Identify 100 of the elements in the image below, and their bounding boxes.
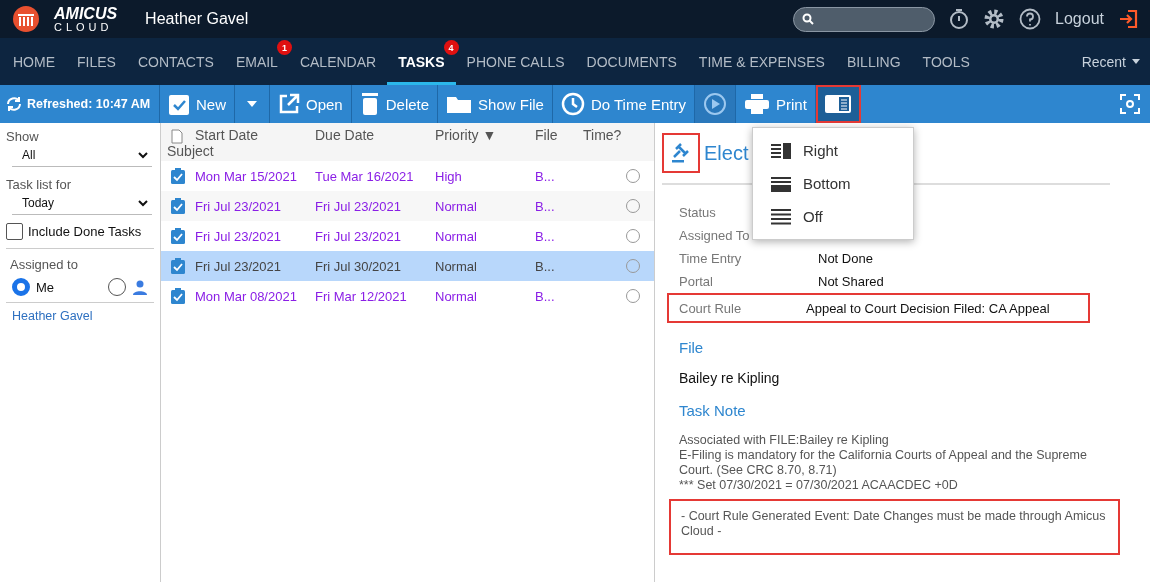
- nav-tab[interactable]: HOME: [2, 38, 66, 85]
- open-external-icon: [278, 93, 300, 115]
- table-cell-text: B...: [535, 168, 556, 184]
- gavel-icon: [672, 143, 690, 163]
- table-cell-text: B...: [535, 288, 556, 304]
- nav-tab[interactable]: EMAIL 1: [224, 38, 289, 85]
- refresh-button[interactable]: Refreshed: 10:47 AM: [0, 85, 160, 123]
- nav-tab[interactable]: CONTACTS: [126, 38, 225, 85]
- field-label: Time Entry: [679, 251, 742, 266]
- table-cell-text: Fri Jul 23/2021: [195, 198, 282, 214]
- chevron-down-icon: [138, 199, 148, 207]
- checkbox-label: Include Done Tasks: [28, 224, 142, 239]
- menu-item[interactable]: Right: [753, 134, 913, 167]
- field-label: Court Rule: [679, 300, 742, 316]
- right-panel-icon: [771, 142, 791, 159]
- clipboard-check-icon: [171, 198, 185, 214]
- recent-menu[interactable]: Recent: [1081, 53, 1126, 70]
- field-label: Assigned to: [10, 257, 79, 272]
- bottom-panel-icon: [771, 175, 791, 192]
- clipboard-check-icon: [168, 92, 190, 116]
- nav-tab[interactable]: DOCUMENTS: [575, 38, 688, 85]
- field-label: Assigned To: [679, 228, 750, 243]
- stopwatch-icon[interactable]: [949, 8, 970, 30]
- table-cell-text: High: [435, 168, 463, 184]
- column-header[interactable]: Priority ▼: [435, 127, 535, 143]
- assignee-link[interactable]: Heather Gavel: [6, 303, 154, 329]
- table-cell-text: Fri Mar 12/2021: [315, 288, 408, 304]
- field-value: Not Shared: [818, 274, 885, 289]
- clipboard-check-icon: [171, 168, 185, 184]
- column-header: Subject: [167, 144, 214, 159]
- note-text: *** Set 07/30/2021 = 07/30/2021 ACAACDEC +0D: [679, 478, 959, 493]
- count-badge: 4: [443, 40, 459, 55]
- field-label: Task list for: [6, 177, 72, 192]
- field-value: Not Done: [818, 251, 874, 266]
- field-label: Portal: [679, 274, 713, 289]
- clipboard-check-icon: [171, 228, 185, 244]
- panel-layout-icon: [823, 94, 852, 114]
- nav-tab[interactable]: BILLING: [835, 38, 912, 85]
- task-title: Elect: [704, 141, 749, 165]
- task-row[interactable]: Fri Jul 23/2021 Fri Jul 30/2021 Normal B...: [161, 251, 654, 281]
- table-cell-text: B...: [535, 258, 556, 274]
- table-cell-text: B...: [535, 228, 556, 244]
- menu-item[interactable]: Off: [753, 200, 913, 233]
- table-cell-text: Normal: [435, 228, 478, 244]
- note-text: Associated with FILE:Bailey re Kipling: [679, 433, 890, 448]
- table-cell-text: Normal: [435, 258, 478, 274]
- tasklist-select[interactable]: Today: [12, 192, 152, 215]
- column-header[interactable]: File: [535, 127, 583, 143]
- table-cell-text: B...: [535, 198, 556, 214]
- search-icon: [802, 13, 815, 25]
- column-header[interactable]: Time?: [583, 127, 654, 143]
- column-logo-icon: [12, 5, 40, 33]
- checkbox[interactable]: [6, 223, 23, 240]
- table-cell-text: Mon Mar 08/2021: [195, 288, 298, 304]
- table-cell-text: Mon Mar 15/2021: [195, 168, 298, 184]
- icon-button[interactable]: [815, 85, 861, 123]
- menu-item[interactable]: Bottom: [753, 167, 913, 200]
- count-badge: 1: [276, 40, 292, 55]
- play-icon: [702, 92, 727, 116]
- logo-text: AMICUS: [54, 5, 118, 22]
- show-select[interactable]: All: [12, 144, 152, 167]
- section-heading: Task Note: [679, 402, 747, 419]
- logout-icon[interactable]: [1118, 9, 1138, 29]
- task-row[interactable]: Mon Mar 15/2021 Tue Mar 16/2021 High B...: [161, 161, 654, 191]
- caret-icon: [1132, 59, 1140, 64]
- table-cell-text: Fri Jul 23/2021: [315, 198, 402, 214]
- nav-tab[interactable]: FILES: [66, 38, 127, 85]
- radio-label: Me: [36, 279, 55, 295]
- field-label: Status: [679, 205, 716, 220]
- table-cell-text: Fri Jul 23/2021: [195, 228, 282, 244]
- table-cell-text: Fri Jul 23/2021: [315, 228, 402, 244]
- task-row[interactable]: Fri Jul 23/2021 Fri Jul 23/2021 Normal B...: [161, 191, 654, 221]
- toolbar-button[interactable]: Print: [735, 85, 816, 123]
- refresh-icon: [5, 96, 23, 112]
- logo-subtext: CLOUD: [54, 21, 114, 33]
- task-row[interactable]: Fri Jul 23/2021 Fri Jul 23/2021 Normal B...: [161, 221, 654, 251]
- note-text: - Court Rule Generated Event: Date Changes must be made through Amicus Cloud -: [681, 509, 1106, 538]
- person-icon: [132, 279, 148, 295]
- table-cell-text: Tue Mar 16/2021: [315, 168, 415, 184]
- user-name: Heather Gavel: [145, 10, 249, 28]
- table-cell-text: Fri Jul 23/2021: [195, 258, 282, 274]
- clipboard-check-icon: [171, 258, 185, 274]
- icon-button[interactable]: [694, 85, 736, 123]
- clipboard-check-icon: [171, 288, 185, 304]
- radio-button[interactable]: [12, 278, 30, 296]
- help-icon[interactable]: [1019, 8, 1042, 30]
- task-row[interactable]: Mon Mar 08/2021 Fri Mar 12/2021 Normal B...: [161, 281, 654, 311]
- column-header[interactable]: Start Date: [195, 127, 315, 143]
- nav-tab[interactable]: TIME & EXPENSES: [687, 38, 836, 85]
- nav-tab[interactable]: TOOLS: [911, 38, 981, 85]
- field-value: Appeal to Court Decision Filed: CA Appeal: [806, 300, 1051, 316]
- folder-icon: [446, 94, 473, 114]
- trash-icon: [359, 92, 380, 116]
- settings-icon[interactable]: [983, 8, 1006, 30]
- printer-icon: [743, 93, 770, 115]
- logout-link[interactable]: Logout: [1055, 10, 1104, 28]
- lines-icon: [771, 208, 791, 225]
- search-field[interactable]: [793, 6, 936, 32]
- column-header[interactable]: Due Date: [315, 127, 435, 143]
- focus-icon[interactable]: [1120, 94, 1140, 114]
